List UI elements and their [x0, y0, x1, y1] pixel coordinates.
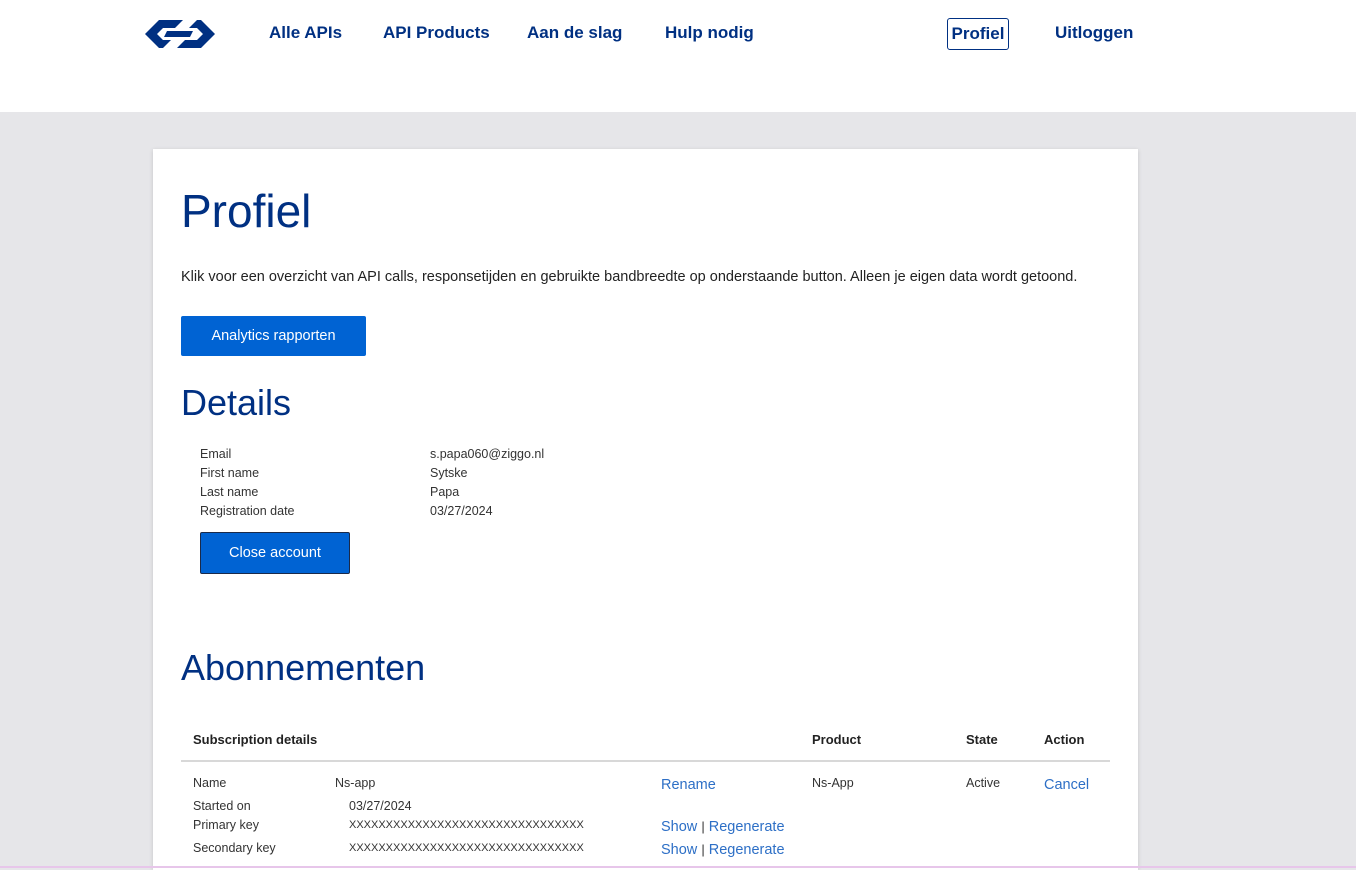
analytics-button[interactable]: Analytics rapporten — [181, 316, 366, 356]
page-title: Profiel — [181, 185, 312, 237]
sub-value-name: Ns-app — [335, 776, 376, 790]
nav-profiel[interactable]: Profiel — [947, 18, 1009, 50]
profile-card: Profiel Klik voor een overzicht van API … — [153, 149, 1138, 870]
primary-regenerate-link[interactable]: Regenerate — [709, 819, 785, 835]
table-divider — [181, 760, 1110, 762]
sub-label-secondary-key: Secondary key — [193, 841, 276, 855]
nav-hulp-nodig[interactable]: Hulp nodig — [665, 22, 754, 44]
top-navigation-bar: Alle APIs API Products Aan de slag Hulp … — [0, 0, 1356, 112]
details-heading: Details — [181, 382, 292, 423]
primary-key-links: Show | Regenerate — [661, 818, 785, 836]
secondary-regenerate-link[interactable]: Regenerate — [709, 842, 785, 858]
rename-link[interactable]: Rename — [661, 776, 716, 794]
secondary-show-link[interactable]: Show — [661, 842, 697, 858]
intro-text: Klik voor een overzicht van API calls, r… — [181, 269, 1078, 285]
detail-label-first-name: First name — [200, 466, 260, 480]
sub-label-primary-key: Primary key — [193, 818, 259, 832]
sub-value-primary-key: XXXXXXXXXXXXXXXXXXXXXXXXXXXXXXXX — [349, 819, 584, 831]
sub-label-started-on: Started on — [193, 799, 251, 813]
ns-logo-icon[interactable] — [143, 18, 217, 50]
column-header-action: Action — [1044, 732, 1085, 747]
nav-uitloggen[interactable]: Uitloggen — [1055, 22, 1133, 44]
bottom-divider — [0, 866, 1356, 868]
column-header-subscription-details: Subscription details — [193, 732, 318, 747]
primary-separator: | — [701, 819, 705, 834]
detail-label-last-name: Last name — [200, 485, 259, 499]
sub-state: Active — [966, 776, 1001, 790]
close-account-button[interactable]: Close account — [200, 532, 350, 574]
secondary-separator: | — [701, 842, 705, 857]
sub-product: Ns-App — [812, 776, 854, 790]
nav-api-products[interactable]: API Products — [383, 22, 490, 44]
nav-aan-de-slag[interactable]: Aan de slag — [527, 22, 622, 44]
primary-show-link[interactable]: Show — [661, 819, 697, 835]
cancel-link[interactable]: Cancel — [1044, 776, 1089, 794]
detail-value-last-name: Papa — [430, 485, 460, 499]
detail-value-registration-date: 03/27/2024 — [430, 504, 493, 518]
sub-value-secondary-key: XXXXXXXXXXXXXXXXXXXXXXXXXXXXXXXX — [349, 842, 584, 854]
column-header-product: Product — [812, 732, 862, 747]
sub-label-name: Name — [193, 776, 227, 790]
sub-value-started-on: 03/27/2024 — [349, 799, 412, 813]
nav-alle-apis[interactable]: Alle APIs — [269, 22, 342, 44]
subscriptions-heading: Abonnementen — [181, 647, 426, 688]
detail-label-email: Email — [200, 447, 232, 461]
column-header-state: State — [966, 732, 998, 747]
detail-value-first-name: Sytske — [430, 466, 468, 480]
secondary-key-links: Show | Regenerate — [661, 841, 785, 859]
detail-label-registration-date: Registration date — [200, 504, 295, 518]
detail-value-email: s.papa060@ziggo.nl — [430, 447, 545, 461]
